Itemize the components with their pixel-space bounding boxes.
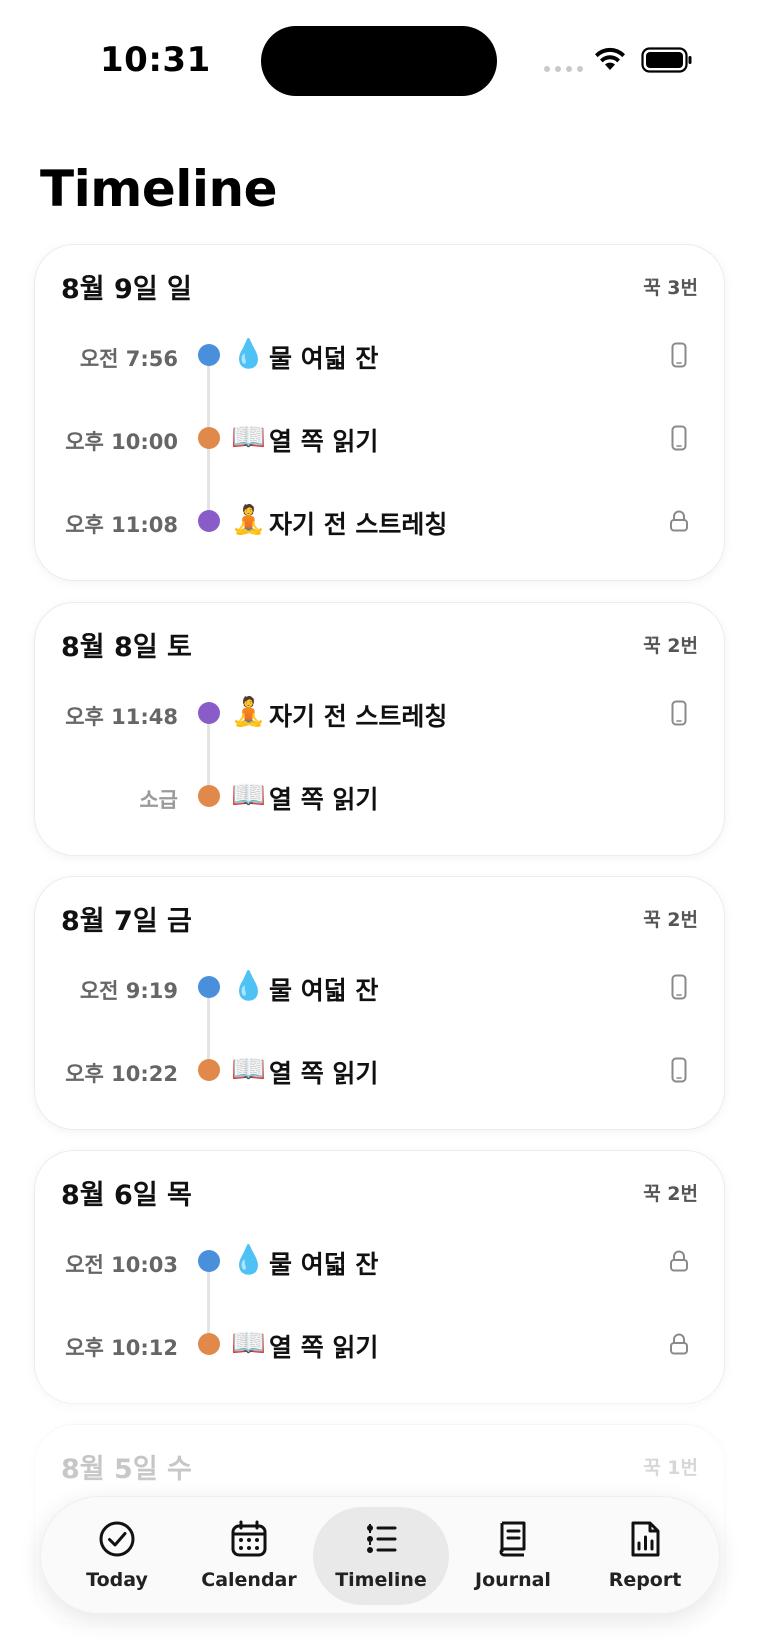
- habit-color-dot: [198, 785, 220, 807]
- journal-icon: [499, 1521, 526, 1557]
- tab-label-journal: Journal: [475, 1569, 551, 1591]
- tab-today[interactable]: Today: [49, 1507, 185, 1605]
- timeline-entry[interactable]: 오후 10:12 📖 열 쪽 읽기: [35, 1324, 724, 1364]
- habit-color-dot: [198, 1059, 220, 1081]
- entry-source: [668, 507, 690, 535]
- entry-time: 오후 11:48: [65, 705, 178, 729]
- phone-icon: [671, 974, 687, 1000]
- timeline-entry[interactable]: 오전 7:56 💧 물 여덟 잔: [35, 335, 724, 375]
- status-time: 10:31: [100, 40, 211, 80]
- tab-report[interactable]: Report: [577, 1507, 713, 1605]
- entry-source: [668, 1056, 690, 1084]
- day-date: 8월 9일 일: [61, 274, 192, 305]
- lock-icon: [670, 1333, 688, 1355]
- timeline-entry[interactable]: 오전 9:19 💧 물 여덟 잔: [35, 967, 724, 1007]
- timeline-entry[interactable]: 오후 10:00 📖 열 쪽 읽기: [35, 418, 724, 458]
- day-date: 8월 7일 금: [61, 906, 192, 937]
- tab-label-report: Report: [608, 1569, 682, 1591]
- habit-name: 물 여덟 잔: [269, 344, 379, 373]
- day-count: 꾹 2번: [643, 635, 698, 657]
- habit-emoji-icon: 📖: [231, 778, 266, 811]
- tab-label-timeline: Timeline: [335, 1569, 427, 1591]
- phone-icon: [671, 1057, 687, 1083]
- habit-name: 물 여덟 잔: [269, 976, 379, 1005]
- timeline-entry[interactable]: 오후 10:22 📖 열 쪽 읽기: [35, 1050, 724, 1090]
- calendar-icon: [231, 1520, 267, 1557]
- day-date: 8월 6일 목: [61, 1180, 192, 1211]
- entry-time: 오전 9:19: [79, 979, 178, 1003]
- phone-icon: [671, 700, 687, 726]
- check-circle-icon: [99, 1521, 135, 1557]
- tab-label-today: Today: [86, 1569, 148, 1591]
- habit-name: 자기 전 스트레칭: [269, 702, 448, 731]
- entry-time: 오전 7:56: [79, 347, 178, 371]
- dynamic-island: [261, 26, 497, 96]
- tab-bar: Today Calendar Timeline Journal Report: [40, 1496, 720, 1614]
- habit-emoji-icon: 📖: [231, 1326, 266, 1359]
- timeline-screen: 10:31 Timeline 8월 9일 일꾹 3번 오전 7:56 💧 물 여덟 잔…: [0, 0, 760, 1652]
- entry-time: 오후 10:22: [65, 1062, 178, 1086]
- page-title: Timeline: [40, 160, 278, 218]
- tab-calendar[interactable]: Calendar: [181, 1507, 317, 1605]
- day-card: 8월 9일 일 꾹 3번오전 7:56 💧 물 여덟 잔오후 10:00 📖 열 쪽 읽기…: [34, 244, 725, 581]
- habit-emoji-icon: 💧: [231, 1243, 266, 1276]
- habit-emoji-icon: 💧: [231, 969, 266, 1002]
- habit-color-dot: [198, 1250, 220, 1272]
- report-chart-icon: [631, 1521, 660, 1557]
- timeline-entry[interactable]: 오후 11:48 🧘 자기 전 스트레칭: [35, 693, 724, 733]
- day-card: 8월 7일 금 꾹 2번오전 9:19 💧 물 여덟 잔오후 10:22 📖 열 쪽 읽기: [34, 876, 725, 1130]
- entry-time: 오후 10:12: [65, 1336, 178, 1360]
- habit-color-dot: [198, 1333, 220, 1355]
- timeline-entry[interactable]: 소급 📖 열 쪽 읽기: [35, 776, 724, 816]
- entry-time: 오후 10:00: [65, 430, 178, 454]
- habit-color-dot: [198, 976, 220, 998]
- tab-journal[interactable]: Journal: [445, 1507, 581, 1605]
- timeline-list-icon: [367, 1524, 397, 1554]
- entry-source: [668, 424, 690, 452]
- habit-emoji-icon: 💧: [231, 337, 266, 370]
- entry-source: [668, 1330, 690, 1358]
- entry-time: 오전 10:03: [65, 1253, 178, 1277]
- day-count: 꾹 3번: [643, 277, 698, 299]
- wifi-icon: [595, 47, 625, 70]
- habit-color-dot: [198, 510, 220, 532]
- cellular-signal-icon: [544, 66, 583, 72]
- habit-color-dot: [198, 344, 220, 366]
- habit-name: 열 쪽 읽기: [269, 427, 379, 456]
- habit-name: 물 여덟 잔: [269, 1250, 379, 1279]
- entry-source: [668, 1247, 690, 1275]
- habit-emoji-icon: 📖: [231, 420, 266, 453]
- habit-name: 열 쪽 읽기: [269, 1333, 379, 1362]
- entry-source: [668, 699, 690, 727]
- day-count: 꾹 2번: [643, 909, 698, 931]
- lock-icon: [670, 1250, 688, 1272]
- timeline-entry[interactable]: 오후 11:08 🧘 자기 전 스트레칭: [35, 501, 724, 541]
- day-count: 꾹 2번: [643, 1183, 698, 1205]
- battery-icon: [641, 47, 692, 73]
- lock-icon: [670, 510, 688, 532]
- habit-color-dot: [198, 427, 220, 449]
- entry-time: 오후 11:08: [65, 513, 178, 537]
- habit-name: 자기 전 스트레칭: [269, 510, 448, 539]
- phone-icon: [671, 425, 687, 451]
- tab-label-calendar: Calendar: [201, 1569, 297, 1591]
- habit-name: 열 쪽 읽기: [269, 1059, 379, 1088]
- day-date: 8월 8일 토: [61, 632, 192, 663]
- habit-name: 열 쪽 읽기: [269, 785, 379, 814]
- timeline-entry[interactable]: 오전 10:03 💧 물 여덟 잔: [35, 1241, 724, 1281]
- habit-emoji-icon: 📖: [231, 1052, 266, 1085]
- habit-emoji-icon: 🧘: [231, 695, 266, 728]
- habit-color-dot: [198, 702, 220, 724]
- day-card: 8월 8일 토 꾹 2번오후 11:48 🧘 자기 전 스트레칭소급 📖 열 쪽 읽기: [34, 602, 725, 856]
- entry-source: [668, 341, 690, 369]
- entry-time: 소급: [139, 788, 178, 812]
- habit-emoji-icon: 🧘: [231, 503, 266, 536]
- tab-timeline[interactable]: Timeline: [313, 1507, 449, 1605]
- entry-source: [668, 973, 690, 1001]
- phone-icon: [671, 342, 687, 368]
